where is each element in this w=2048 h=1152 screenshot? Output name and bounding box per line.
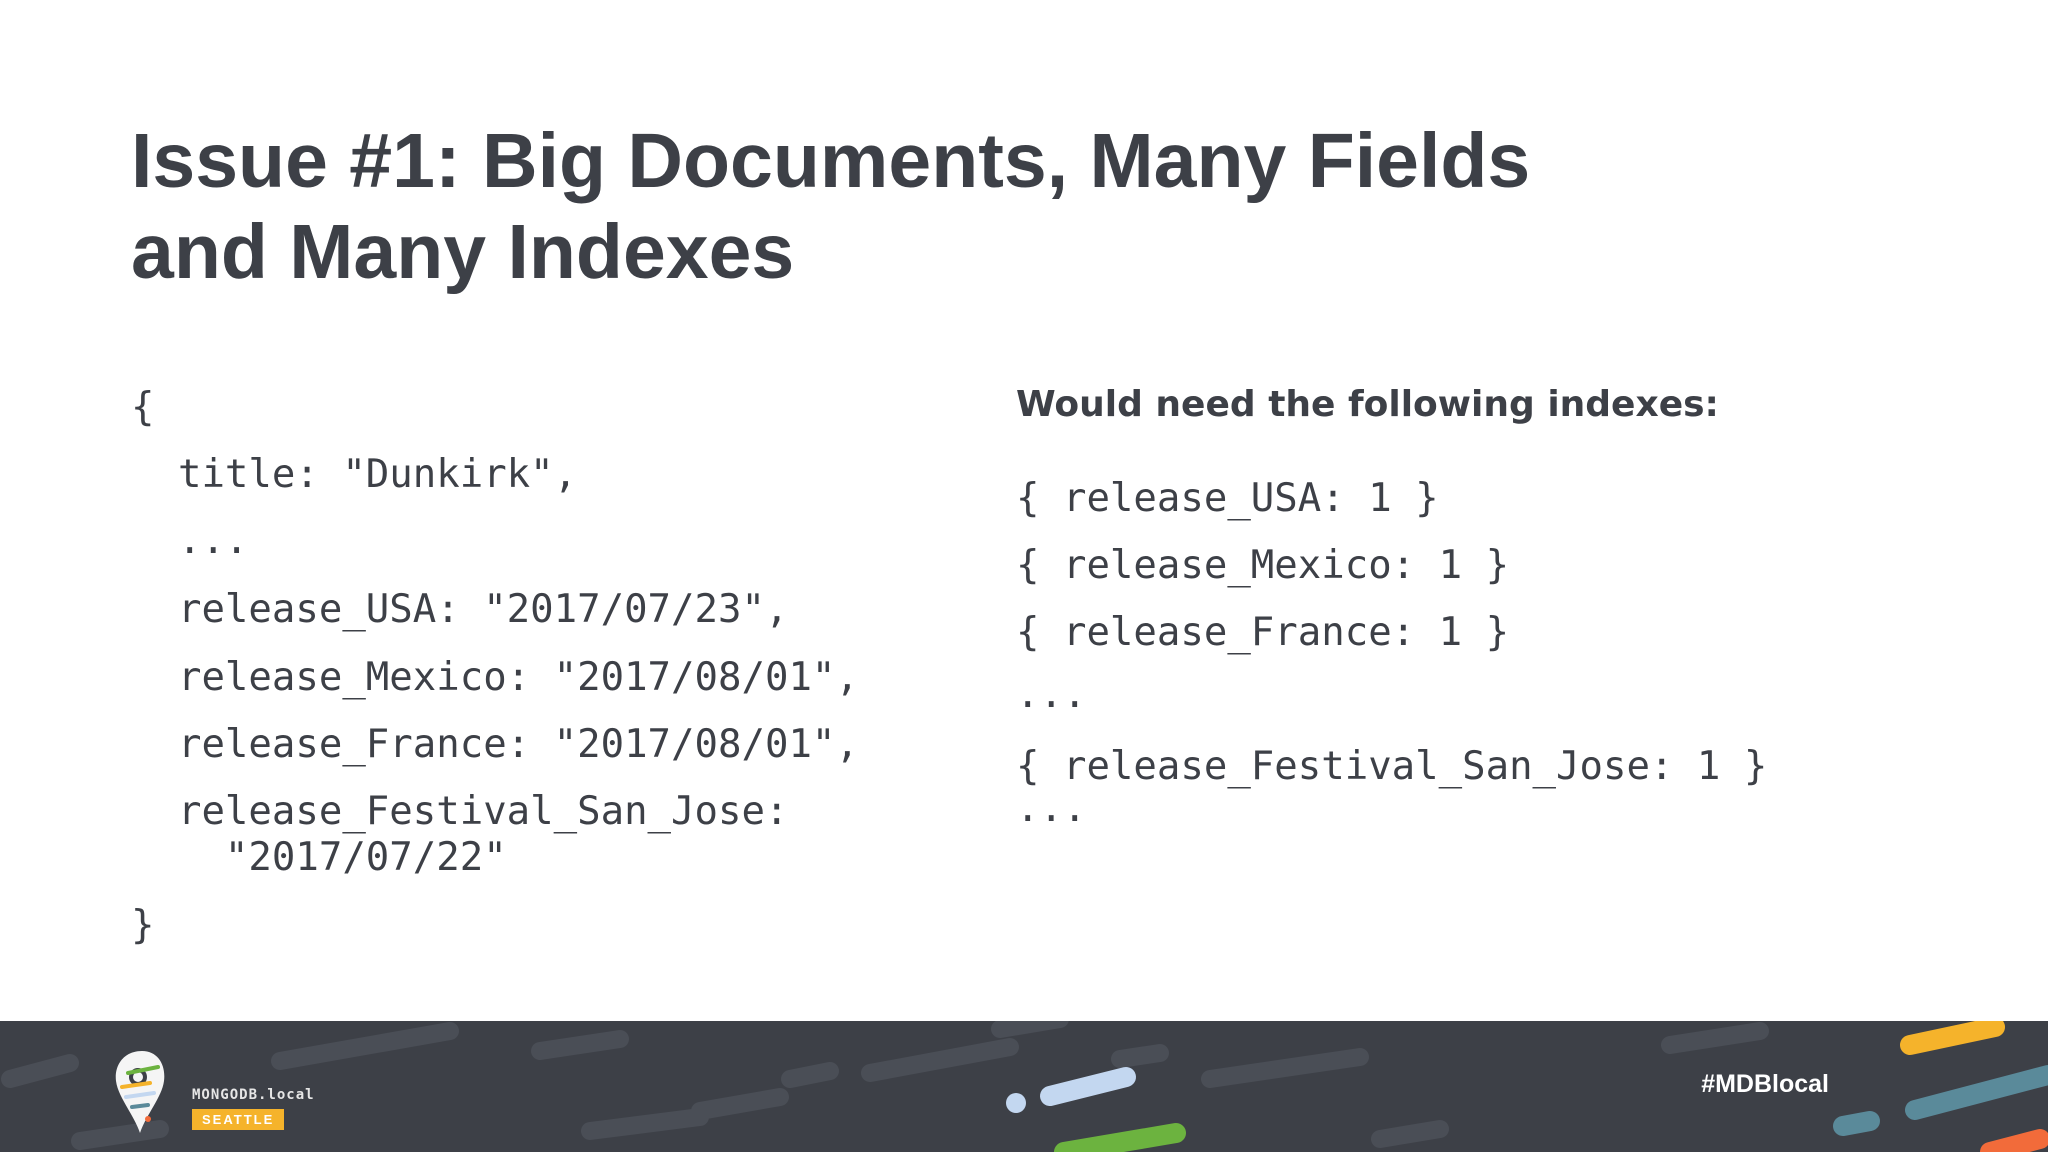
- index-line: { release_France: 1 }: [1016, 610, 1510, 655]
- code-line: "2017/07/22": [131, 835, 507, 880]
- pin-logo-icon: [115, 1051, 165, 1133]
- code-line: release_USA: "2017/07/23",: [131, 587, 789, 632]
- code-line: }: [131, 903, 155, 948]
- brand-name: MONGODB.local: [192, 1087, 315, 1103]
- document-example-code: { title: "Dunkirk", ... release_USA: "20…: [131, 385, 859, 948]
- event-hashtag: #MDBlocal: [1701, 1070, 1829, 1098]
- footer-bar: MONGODB.local SEATTLE #MDBlocal: [0, 1021, 2048, 1152]
- indexes-code: { release_USA: 1 } { release_Mexico: 1 }…: [1016, 384, 1767, 831]
- brand-logo: MONGODB.local SEATTLE: [110, 1047, 410, 1137]
- index-line: ...: [1016, 786, 1087, 831]
- slide-title-line-2: and Many Indexes: [131, 209, 795, 295]
- index-line: { release_Mexico: 1 }: [1016, 543, 1510, 588]
- index-line: { release_Festival_San_Jose: 1 }: [1016, 744, 1768, 789]
- index-line: { release_USA: 1 }: [1016, 476, 1439, 521]
- code-line: {: [131, 385, 155, 430]
- code-line: release_Mexico: "2017/08/01",: [131, 655, 859, 700]
- code-line: title: "Dunkirk",: [131, 452, 578, 497]
- brand-city-badge: SEATTLE: [192, 1109, 285, 1130]
- code-line: ...: [131, 518, 249, 563]
- slide-title-line-1: Issue #1: Big Documents, Many Fields: [131, 118, 1531, 204]
- slide-title: Issue #1: Big Documents, Many Fields and…: [131, 116, 1731, 298]
- code-line: release_France: "2017/08/01",: [131, 722, 859, 767]
- code-line: release_Festival_San_Jose:: [131, 789, 789, 834]
- index-line: ...: [1016, 672, 1087, 717]
- indexes-heading: Would need the following indexes:: [1016, 384, 1719, 425]
